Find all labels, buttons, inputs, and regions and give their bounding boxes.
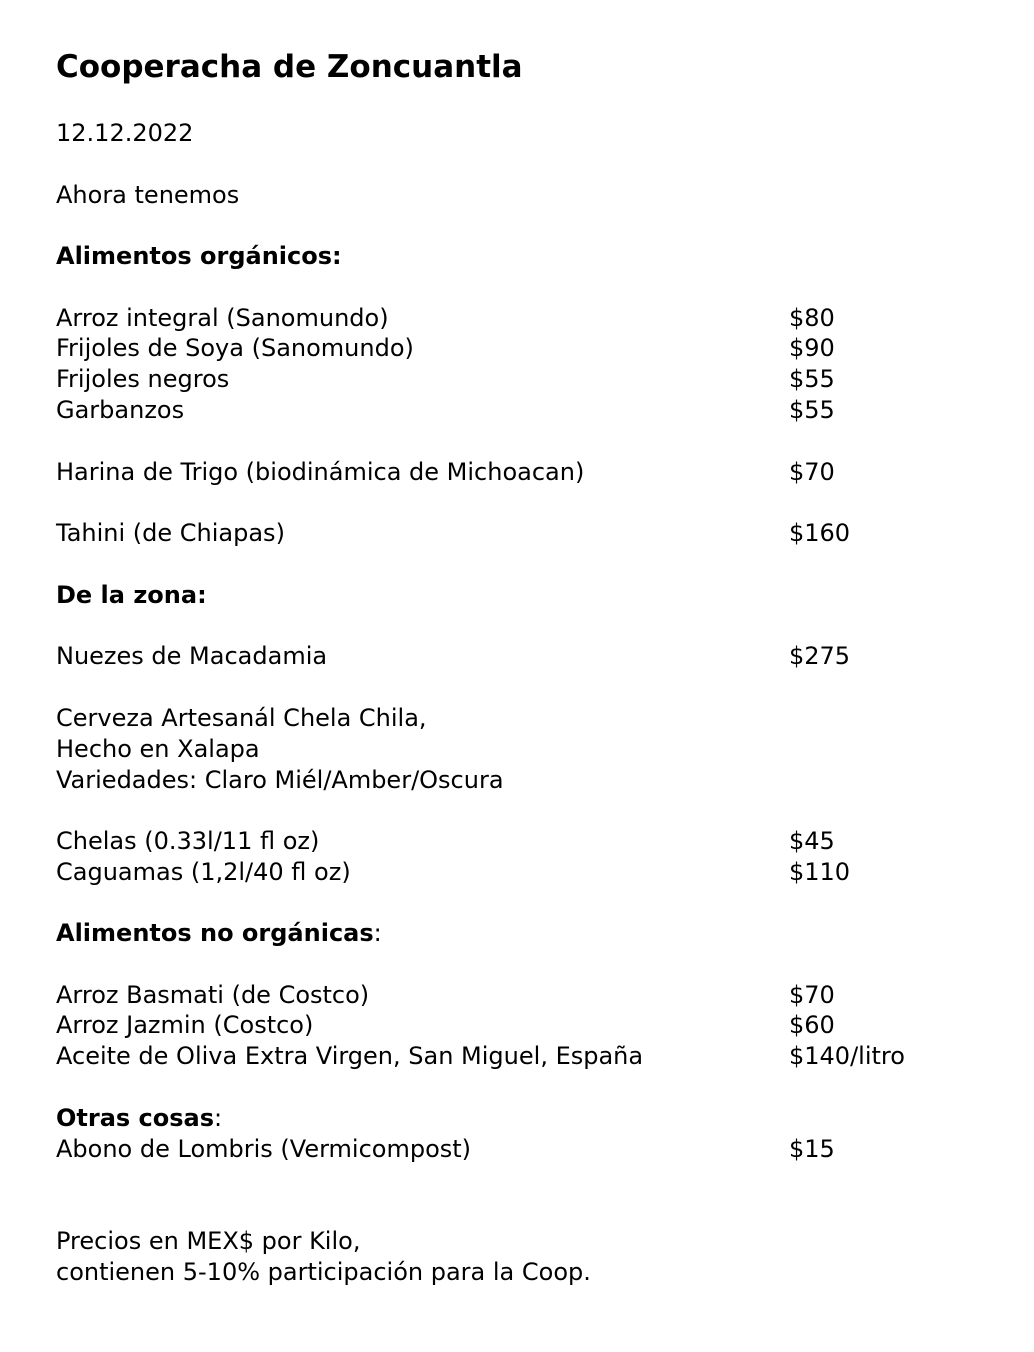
section-heading-colon: : — [214, 1104, 223, 1132]
page-title: Cooperacha de Zoncuantla — [56, 49, 523, 85]
item-name: Frijoles negros — [56, 365, 230, 393]
item-price: $45 — [789, 827, 835, 855]
date: 12.12.2022 — [56, 119, 194, 147]
item-price: $90 — [789, 334, 835, 362]
item-name: Arroz integral (Sanomundo) — [56, 304, 389, 332]
item-price: $80 — [789, 304, 835, 332]
footer-note: Precios en MEX$ por Kilo, — [56, 1227, 361, 1255]
item-name: Abono de Lombris (Vermicompost) — [56, 1135, 472, 1163]
item-price: $275 — [789, 642, 851, 670]
item-price: $160 — [789, 519, 851, 547]
section-heading-otras: Otras cosas: — [56, 1103, 222, 1133]
section-heading-organicos: Alimentos orgánicos: — [56, 242, 342, 270]
item-name: Arroz Basmati (de Costco) — [56, 981, 370, 1009]
item-price: $60 — [789, 1011, 835, 1039]
footer-note: contienen 5-10% participación para la Co… — [56, 1258, 591, 1286]
beer-description-line: Hecho en Xalapa — [56, 735, 260, 763]
item-price: $110 — [789, 858, 851, 886]
item-name: Frijoles de Soya (Sanomundo) — [56, 334, 414, 362]
item-name: Harina de Trigo (biodinámica de Michoaca… — [56, 458, 585, 486]
item-name: Garbanzos — [56, 396, 185, 424]
item-price: $140/litro — [789, 1042, 905, 1070]
intro-text: Ahora tenemos — [56, 181, 240, 209]
section-heading-colon: : — [373, 919, 382, 947]
section-heading-text: Alimentos no orgánicas — [56, 919, 374, 947]
item-name: Tahini (de Chiapas) — [56, 519, 285, 547]
section-heading-text: Otras cosas — [56, 1104, 215, 1132]
item-price: $15 — [789, 1135, 835, 1163]
item-price: $55 — [789, 396, 835, 424]
item-name: Aceite de Oliva Extra Virgen, San Miguel… — [56, 1042, 644, 1070]
beer-description-line: Cerveza Artesanál Chela Chila, — [56, 704, 427, 732]
item-name: Caguamas (1,2l/40 fl oz) — [56, 858, 351, 886]
item-name: Nuezes de Macadamia — [56, 642, 328, 670]
item-name: Arroz Jazmin (Costco) — [56, 1011, 314, 1039]
item-price: $70 — [789, 981, 835, 1009]
item-name: Chelas (0.33l/11 fl oz) — [56, 827, 320, 855]
section-heading-zona: De la zona: — [56, 581, 207, 609]
item-price: $55 — [789, 365, 835, 393]
item-price: $70 — [789, 458, 835, 486]
beer-description-line: Variedades: Claro Miél/Amber/Oscura — [56, 766, 504, 794]
section-heading-no-organicas: Alimentos no orgánicas: — [56, 918, 382, 948]
